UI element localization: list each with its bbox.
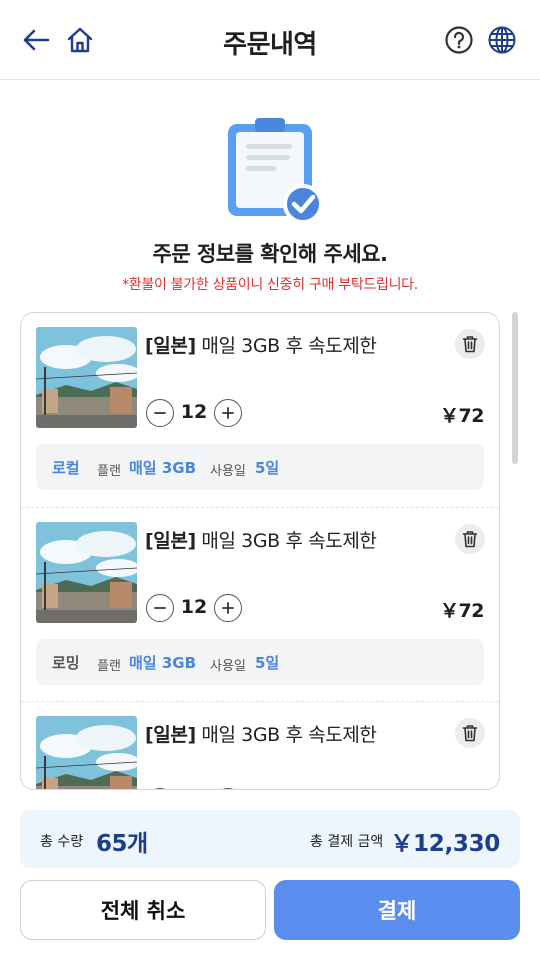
quantity-increase-button[interactable] bbox=[214, 788, 242, 789]
product-image bbox=[36, 522, 137, 623]
quantity-value: 12 bbox=[180, 596, 208, 618]
plan-info-bar: 로밍 플랜 매일 3GB 사용일 5일 bbox=[36, 639, 484, 685]
cancel-all-button[interactable]: 전체 취소 bbox=[20, 880, 266, 940]
product-country: [일본] bbox=[145, 530, 196, 552]
total-quantity-label: 총 수량 bbox=[40, 834, 84, 850]
product-title: 매일 3GB 후 속도제한 bbox=[201, 724, 377, 746]
help-icon bbox=[445, 26, 473, 54]
help-button[interactable] bbox=[441, 22, 477, 58]
product-name: [일본] 매일 3GB 후 속도제한 bbox=[145, 526, 377, 553]
order-item: [일본] 매일 3GB 후 속도제한 12 ￥72 로컬 플랜 매일 3GB 사… bbox=[21, 313, 499, 507]
product-image bbox=[36, 327, 137, 428]
globe-icon bbox=[488, 26, 516, 54]
product-name: [일본] 매일 3GB 후 속도제한 bbox=[145, 720, 377, 747]
product-title: 매일 3GB 후 속도제한 bbox=[201, 530, 377, 552]
days-label: 사용일 bbox=[210, 659, 246, 674]
app-header: 주문내역 bbox=[0, 0, 540, 80]
total-amount-value: ￥12,330 bbox=[390, 831, 500, 857]
pay-button[interactable]: 결제 bbox=[274, 880, 520, 940]
plan-label: 플랜 bbox=[97, 659, 121, 674]
language-button[interactable] bbox=[484, 22, 520, 58]
plan-value: 매일 3GB bbox=[129, 654, 197, 672]
quantity-decrease-button[interactable] bbox=[146, 594, 174, 622]
total-amount-label: 총 결제 금액 bbox=[310, 834, 384, 850]
product-name: [일본] 매일 3GB 후 속도제한 bbox=[145, 331, 377, 358]
product-image bbox=[36, 716, 137, 789]
quantity-increase-button[interactable] bbox=[214, 594, 242, 622]
trash-icon bbox=[462, 531, 478, 548]
delete-item-button[interactable] bbox=[455, 718, 485, 748]
product-country: [일본] bbox=[145, 335, 196, 357]
quantity-increase-button[interactable] bbox=[214, 399, 242, 427]
product-title: 매일 3GB 후 속도제한 bbox=[201, 335, 377, 357]
network-type-badge: 로컬 bbox=[52, 459, 80, 477]
order-summary: 총 수량 65개 총 결제 금액 ￥12,330 bbox=[20, 810, 520, 868]
delete-item-button[interactable] bbox=[455, 329, 485, 359]
order-list[interactable]: [일본] 매일 3GB 후 속도제한 12 ￥72 로컬 플랜 매일 3GB 사… bbox=[20, 312, 500, 790]
quantity-decrease-button[interactable] bbox=[146, 399, 174, 427]
plus-icon bbox=[222, 602, 234, 614]
item-price: ￥72 bbox=[440, 405, 484, 427]
order-item: [일본] 매일 3GB 후 속도제한 12 ￥72 로밍 플랜 매일 3GB 사… bbox=[21, 507, 499, 701]
trash-icon bbox=[462, 725, 478, 742]
plus-icon bbox=[222, 407, 234, 419]
quantity-value: 12 bbox=[180, 401, 208, 423]
days-value: 5일 bbox=[255, 654, 280, 672]
days-value: 5일 bbox=[255, 459, 280, 477]
item-price: ￥72 bbox=[440, 600, 484, 622]
minus-icon bbox=[154, 412, 166, 414]
product-country: [일본] bbox=[145, 724, 196, 746]
confirm-title: 주문 정보를 확인해 주세요. bbox=[152, 242, 388, 266]
plan-value: 매일 3GB bbox=[129, 459, 197, 477]
list-scrollbar[interactable] bbox=[512, 312, 518, 464]
trash-icon bbox=[462, 336, 478, 353]
network-type-badge: 로밍 bbox=[52, 654, 80, 672]
plan-info-bar: 로컬 플랜 매일 3GB 사용일 5일 bbox=[36, 444, 484, 490]
plan-label: 플랜 bbox=[97, 464, 121, 479]
clipboard-check-icon bbox=[228, 118, 323, 224]
total-quantity-value: 65개 bbox=[96, 831, 148, 857]
refund-warning: *환불이 불가한 상품이니 신중히 구매 부탁드립니다. bbox=[122, 277, 418, 293]
quantity-decrease-button[interactable] bbox=[146, 788, 174, 789]
days-label: 사용일 bbox=[210, 464, 246, 479]
minus-icon bbox=[154, 607, 166, 609]
order-item: [일본] 매일 3GB 후 속도제한 bbox=[21, 701, 499, 789]
delete-item-button[interactable] bbox=[455, 524, 485, 554]
